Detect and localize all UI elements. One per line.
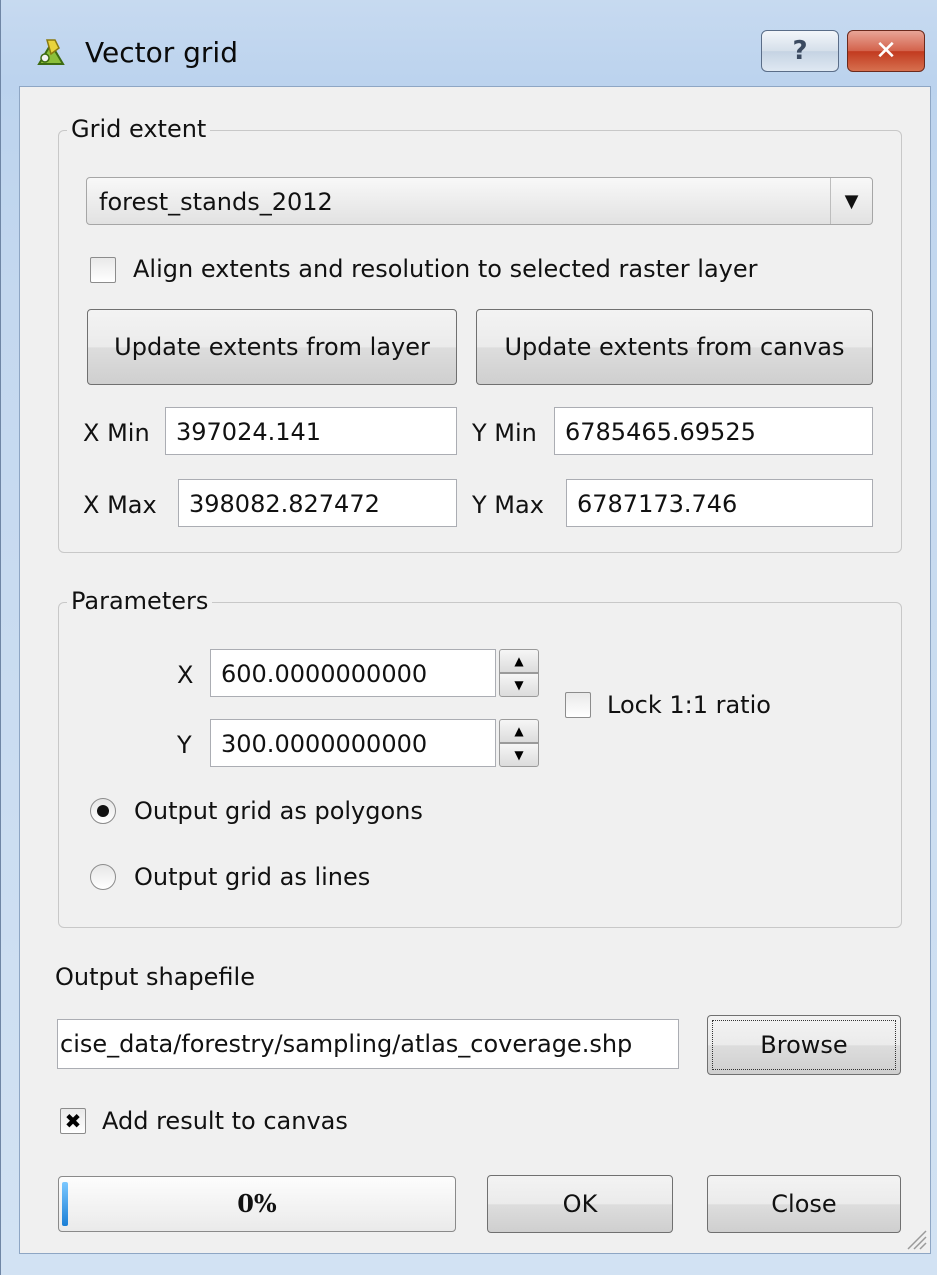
arrow-down-icon[interactable]: ▼ — [499, 673, 539, 697]
chevron-down-icon[interactable]: ▼ — [830, 178, 872, 224]
progress-bar: 0% — [58, 1176, 456, 1232]
grid-extent-legend: Grid extent — [67, 115, 211, 143]
ok-button[interactable]: OK — [487, 1175, 673, 1233]
close-button[interactable]: Close — [707, 1175, 901, 1233]
resize-grip-icon[interactable] — [902, 1225, 928, 1251]
update-from-canvas-button[interactable]: Update extents from canvas — [476, 309, 873, 385]
xmin-label: X Min — [83, 419, 150, 447]
xmax-label: X Max — [83, 491, 157, 519]
update-from-layer-button[interactable]: Update extents from layer — [87, 309, 457, 385]
xmin-field[interactable]: 397024.141 — [165, 407, 457, 455]
dialog-window: Vector grid ? ✕ Grid extent forest_stand… — [0, 0, 937, 1275]
lock-ratio-checkbox[interactable] — [565, 692, 591, 718]
radio-output-lines-label: Output grid as lines — [134, 863, 371, 891]
radio-selected-dot — [97, 805, 109, 817]
align-extents-label: Align extents and resolution to selected… — [133, 255, 758, 283]
ymax-field[interactable]: 6787173.746 — [566, 479, 873, 527]
y-size-stepper[interactable]: ▲ ▼ — [499, 719, 539, 767]
layer-combobox[interactable]: forest_stands_2012 ▼ — [86, 177, 873, 225]
radio-output-polygons-label: Output grid as polygons — [134, 797, 423, 825]
ymax-label: Y Max — [472, 491, 544, 519]
progress-text: 0% — [237, 1189, 277, 1218]
arrow-up-icon[interactable]: ▲ — [499, 649, 539, 673]
help-button[interactable]: ? — [761, 30, 839, 72]
output-shapefile-label: Output shapefile — [55, 963, 255, 991]
output-path-field[interactable]: cise_data/forestry/sampling/atlas_covera… — [57, 1019, 679, 1069]
radio-output-polygons[interactable] — [90, 798, 116, 824]
lock-ratio-label: Lock 1:1 ratio — [607, 691, 771, 719]
parameters-legend: Parameters — [67, 587, 213, 615]
xmax-field[interactable]: 398082.827472 — [178, 479, 457, 527]
y-size-field[interactable]: 300.0000000000 — [210, 719, 496, 767]
window-bottom-edge — [1, 1254, 937, 1275]
window-title: Vector grid — [85, 36, 238, 69]
add-to-canvas-label: Add result to canvas — [102, 1107, 348, 1135]
ymin-label: Y Min — [472, 419, 537, 447]
window-close-button[interactable]: ✕ — [847, 30, 925, 72]
browse-button[interactable]: Browse — [707, 1015, 901, 1075]
align-extents-checkbox[interactable] — [90, 257, 116, 283]
x-size-stepper[interactable]: ▲ ▼ — [499, 649, 539, 697]
layer-combobox-value: forest_stands_2012 — [99, 188, 333, 216]
checkmark-x-icon: ✖ — [64, 1109, 82, 1133]
title-bar[interactable]: Vector grid ? ✕ — [1, 0, 937, 86]
add-to-canvas-checkbox[interactable]: ✖ — [60, 1108, 86, 1134]
qgis-logo-icon — [37, 39, 65, 65]
dialog-body: Grid extent forest_stands_2012 ▼ Align e… — [19, 86, 931, 1254]
x-size-label: X — [177, 661, 194, 689]
ymin-field[interactable]: 6785465.69525 — [554, 407, 873, 455]
x-size-field[interactable]: 600.0000000000 — [210, 649, 496, 697]
radio-output-lines[interactable] — [90, 864, 116, 890]
y-size-label: Y — [177, 731, 192, 759]
arrow-down-icon[interactable]: ▼ — [499, 743, 539, 767]
arrow-up-icon[interactable]: ▲ — [499, 719, 539, 743]
